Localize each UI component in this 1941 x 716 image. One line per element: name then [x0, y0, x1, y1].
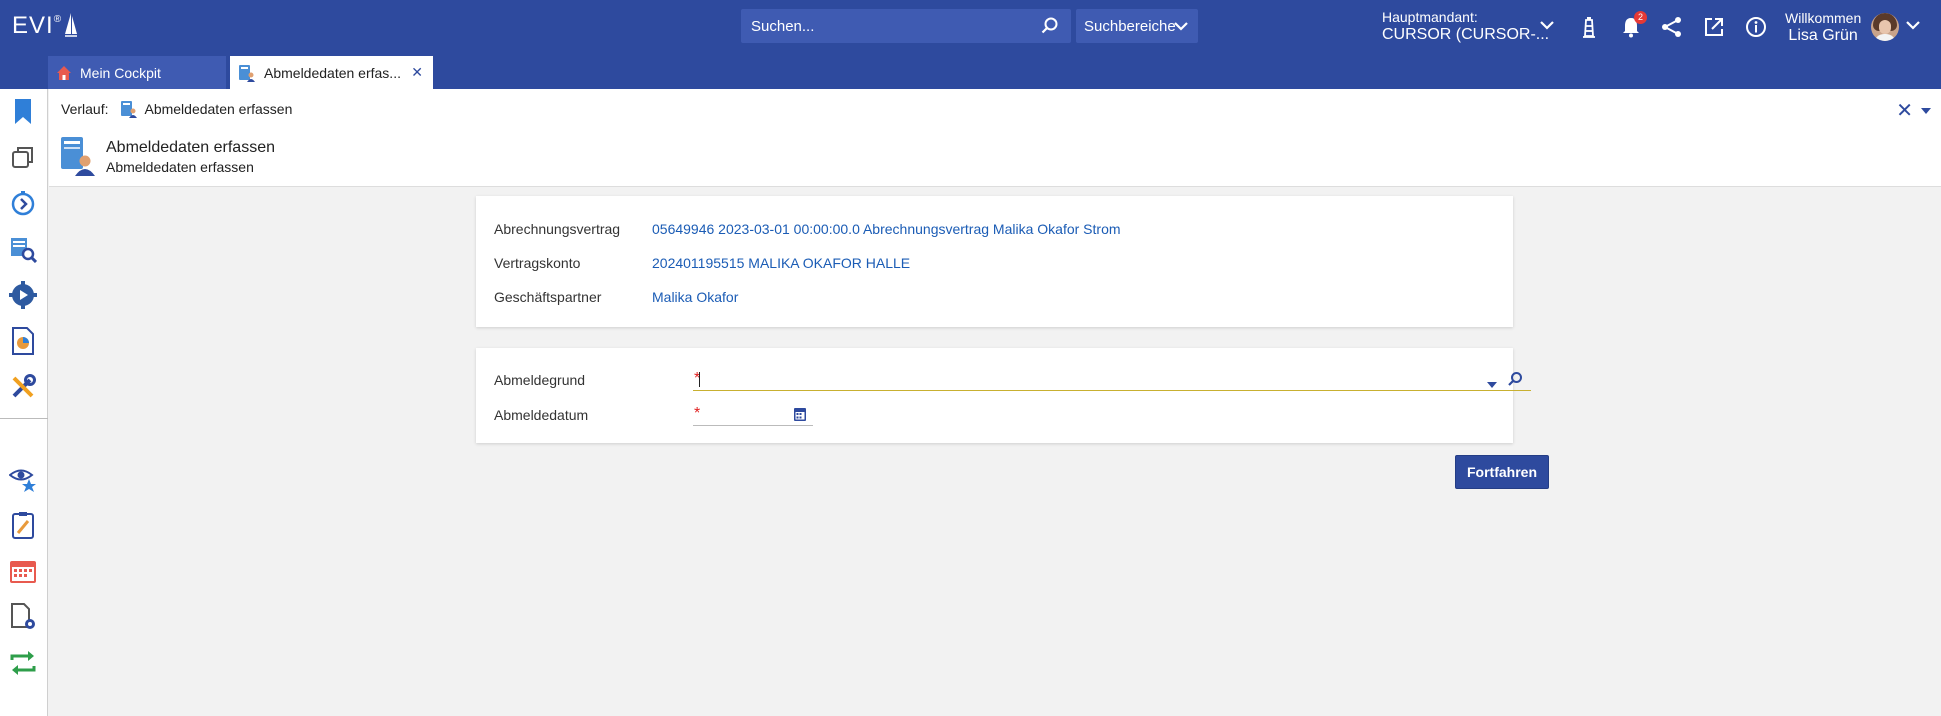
page-header: Verlauf: Abmeldedaten erfassen ✕ Abmelde…: [49, 89, 1941, 187]
main-content: Verlauf: Abmeldedaten erfassen ✕ Abmelde…: [49, 89, 1941, 716]
search-documents-icon[interactable]: [8, 234, 38, 264]
tab-abmeldedaten[interactable]: Abmeldedaten erfas... ✕: [230, 56, 433, 89]
reason-combobox[interactable]: [693, 369, 1531, 391]
share-icon[interactable]: [1659, 14, 1685, 40]
sidebar: [0, 89, 48, 716]
info-label: Geschäftspartner: [494, 289, 602, 305]
user-greeting[interactable]: Willkommen Lisa Grün: [1785, 9, 1861, 45]
top-bar: EVI® Suchbereiche Hauptmandant: CURSOR (…: [0, 0, 1941, 54]
info-label: Abrechnungsvertrag: [494, 221, 621, 237]
close-icon[interactable]: ✕: [411, 64, 423, 81]
calendar-icon[interactable]: [793, 406, 807, 425]
tab-bar: Mein Cockpit Abmeldedaten erfas... ✕: [0, 54, 1941, 89]
breadcrumb: Verlauf: Abmeldedaten erfassen: [61, 100, 292, 118]
report-chart-icon[interactable]: [8, 326, 38, 356]
search-input[interactable]: [751, 17, 1031, 35]
mandant-chevron-down-icon[interactable]: [1540, 18, 1554, 35]
info-menu-icon[interactable]: [1743, 14, 1769, 40]
user-name: Lisa Grün: [1788, 27, 1858, 44]
tab-label: Mein Cockpit: [80, 64, 161, 81]
text-cursor: [699, 372, 700, 387]
caret-down-icon[interactable]: [1921, 101, 1931, 117]
sail-icon: [65, 13, 78, 37]
global-search[interactable]: [741, 9, 1071, 43]
history-icon[interactable]: [8, 188, 38, 218]
search-scope-label: Suchbereiche: [1084, 17, 1176, 35]
notification-badge: 2: [1634, 11, 1647, 24]
open-external-icon[interactable]: [1701, 14, 1727, 40]
home-icon: [56, 65, 72, 81]
mandant-selector[interactable]: Hauptmandant: CURSOR (CURSOR-...: [1382, 9, 1549, 43]
tab-mein-cockpit[interactable]: Mein Cockpit: [48, 56, 226, 89]
breadcrumb-item[interactable]: Abmeldedaten erfassen: [144, 101, 292, 117]
chevron-down-icon: [1174, 19, 1188, 37]
user-chevron-down-icon[interactable]: [1906, 18, 1920, 35]
continue-button[interactable]: Fortfahren: [1455, 455, 1549, 489]
lighthouse-icon[interactable]: [1576, 14, 1602, 40]
reason-label: Abmeldegrund: [494, 372, 586, 388]
app-logo[interactable]: EVI ®: [12, 12, 78, 40]
info-row: Geschäftspartner Malika Okafor: [494, 289, 738, 305]
partner-link[interactable]: Malika Okafor: [652, 289, 738, 305]
mandant-value: CURSOR (CURSOR-...: [1382, 26, 1550, 43]
tab-label: Abmeldedaten erfas...: [264, 64, 401, 81]
document-settings-icon[interactable]: [8, 602, 38, 632]
page-title-icon: [60, 136, 96, 179]
process-gear-icon[interactable]: [8, 280, 38, 310]
tools-icon[interactable]: [8, 372, 38, 402]
sync-arrows-icon[interactable]: [8, 648, 38, 678]
search-icon[interactable]: [1507, 371, 1523, 390]
notes-icon[interactable]: [8, 510, 38, 540]
bookmark-icon[interactable]: [8, 97, 38, 127]
page-title: Abmeldedaten erfassen: [106, 139, 275, 156]
document-person-icon: [238, 64, 256, 82]
document-person-icon: [120, 100, 138, 118]
date-field[interactable]: [693, 404, 813, 426]
bell-icon[interactable]: 2: [1618, 11, 1647, 40]
search-scope-dropdown[interactable]: Suchbereiche: [1076, 9, 1198, 43]
deregistration-form-card: Abmeldegrund * Abmeldedatum *: [476, 348, 1531, 443]
info-row: Abrechnungsvertrag 05649946 2023-03-01 0…: [494, 221, 1121, 237]
watchlist-icon[interactable]: [8, 464, 38, 494]
logo-text: EVI: [12, 12, 54, 39]
greeting-text: Willkommen: [1785, 10, 1862, 26]
info-label: Vertragskonto: [494, 255, 581, 271]
avatar[interactable]: [1871, 13, 1899, 41]
contract-link[interactable]: 05649946 2023-03-01 00:00:00.0 Abrechnun…: [652, 221, 1121, 237]
contract-info-card: Abrechnungsvertrag 05649946 2023-03-01 0…: [476, 196, 1513, 327]
search-icon[interactable]: [1041, 17, 1059, 38]
info-row: Vertragskonto 202401195515 MALIKA OKAFOR…: [494, 255, 910, 271]
account-link[interactable]: 202401195515 MALIKA OKAFOR HALLE: [652, 255, 910, 271]
logo-reg: ®: [53, 14, 63, 25]
calendar-icon[interactable]: [8, 556, 38, 586]
windows-icon[interactable]: [8, 142, 38, 172]
caret-down-icon[interactable]: [1487, 375, 1497, 391]
date-label: Abmeldedatum: [494, 407, 589, 423]
page-subtitle: Abmeldedaten erfassen: [106, 159, 254, 175]
close-icon[interactable]: ✕: [1896, 98, 1913, 123]
sidebar-divider: [0, 418, 48, 419]
mandant-label: Hauptmandant:: [1382, 9, 1478, 25]
breadcrumb-prefix: Verlauf:: [61, 101, 109, 117]
